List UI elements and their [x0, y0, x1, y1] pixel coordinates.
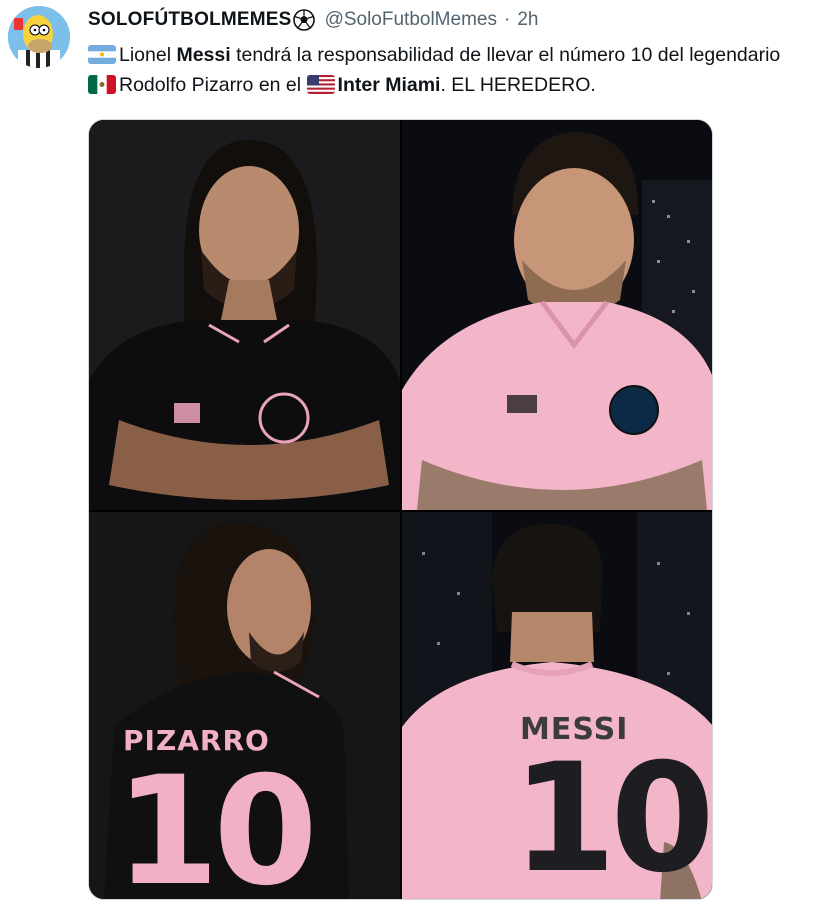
argentina-flag-icon: [88, 45, 116, 64]
handle[interactable]: @SoloFutbolMemes: [325, 8, 497, 32]
mexico-flag-icon: [88, 75, 116, 94]
tweet[interactable]: SOLOFÚTBOLMEMES @SoloFutbolMemes · 2h Li…: [0, 0, 822, 918]
text-messi: Messi: [176, 44, 231, 66]
timestamp[interactable]: 2h: [517, 8, 538, 32]
media-grid[interactable]: PIZARRO 10 MESSI 10: [88, 119, 713, 900]
avatar[interactable]: [8, 6, 70, 68]
text-part-4: Rodolfo Pizarro en el: [119, 74, 307, 96]
tweet-text: Lionel Messi tendrá la responsabilidad d…: [88, 40, 808, 100]
display-name[interactable]: SOLOFÚTBOLMEMES: [88, 8, 292, 32]
text-part-3: tendrá la responsabilidad de llevar el n…: [230, 44, 781, 66]
text-part-6: . EL HEREDERO.: [440, 74, 596, 96]
separator-dot: ·: [503, 9, 511, 30]
jersey-number-messi: 10: [512, 732, 712, 900]
usa-flag-icon: [306, 75, 335, 94]
tweet-header: SOLOFÚTBOLMEMES @SoloFutbolMemes · 2h: [88, 8, 538, 32]
photo-pizarro-back[interactable]: PIZARRO 10: [89, 512, 400, 900]
soccer-ball-icon: [292, 9, 315, 31]
photo-pizarro-front[interactable]: [89, 120, 400, 510]
jersey-number-pizarro: 10: [115, 745, 318, 900]
photo-messi-front[interactable]: [402, 120, 712, 510]
text-part-1: Lionel: [119, 44, 177, 66]
text-inter-miami: Inter Miami: [337, 74, 441, 96]
photo-messi-back[interactable]: MESSI 10: [402, 512, 712, 900]
homer-avatar-icon: [8, 6, 70, 68]
